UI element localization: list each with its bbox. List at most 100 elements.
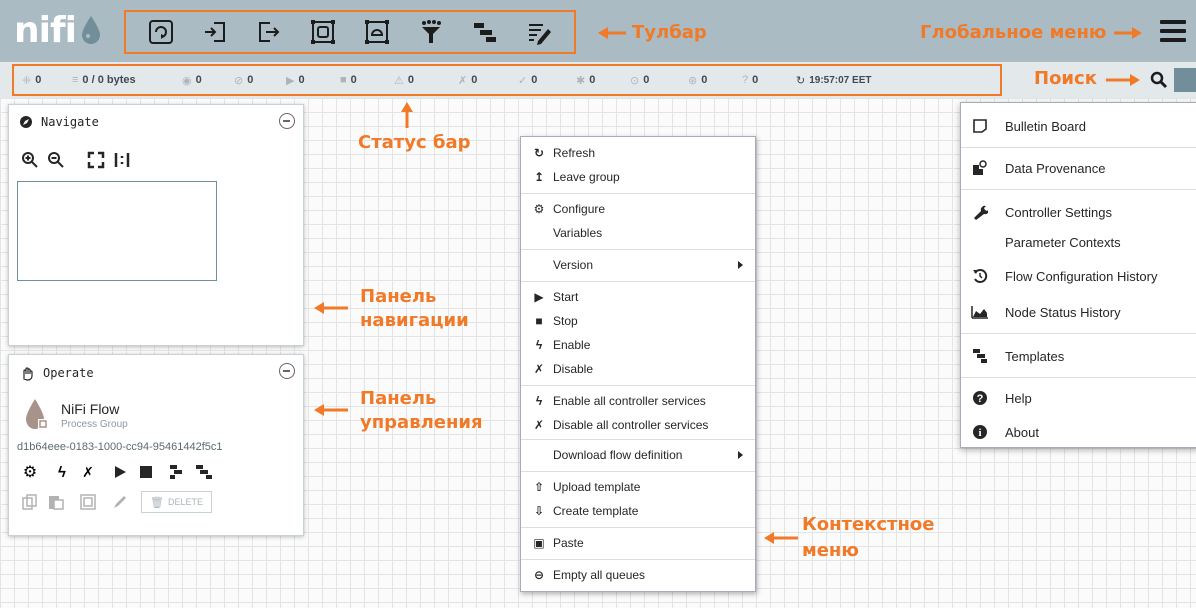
operate-title: Operate [43,366,94,380]
navigate-title: Navigate [41,115,99,129]
context-item-start[interactable]: ▶ Start [521,285,755,309]
wrench-icon [971,204,989,220]
context-item-refresh[interactable]: ↻ Refresh [521,141,755,165]
annotation-global-menu: Глобальное меню [920,22,1107,43]
context-item-disable[interactable]: ✗ Disable [521,357,755,381]
not-transmitting-icon: ⊘ [234,74,244,87]
start-icon[interactable] [109,461,131,483]
navigate-panel: Navigate [8,104,304,346]
processor-icon[interactable] [144,15,178,49]
locally-modified-icon: ✱ [576,74,586,87]
running-icon: ▶ [286,74,295,87]
context-item-download-flow[interactable]: Download flow definition [521,443,755,467]
context-item-leave-group[interactable]: ↥ Leave group [521,165,755,189]
context-item-version[interactable]: Version [521,253,755,277]
stale-icon: ⊙ [630,74,640,87]
context-item-enable[interactable]: ϟ Enable [521,333,755,357]
context-item-stop[interactable]: ■ Stop [521,309,755,333]
separator [961,333,1196,334]
copy-icon[interactable] [19,491,41,513]
funnel-icon[interactable] [414,15,448,49]
help-icon: ? [971,390,989,406]
enable-icon[interactable]: ϟ [51,461,73,483]
status-transmitting: ◉ 0 [182,74,202,87]
separator [521,439,755,440]
trash-icon: 🗑 [150,496,164,509]
context-item-upload-template[interactable]: ⇧ Upload template [521,475,755,499]
context-item-create-template[interactable]: ⇩ Create template [521,499,755,523]
configure-icon[interactable]: ⚙ [19,461,41,483]
template-icon[interactable] [468,15,502,49]
global-item-parameter-contexts[interactable]: Parameter Contexts [961,227,1196,257]
birdseye-view[interactable] [17,181,217,281]
fit-icon[interactable] [85,149,107,171]
gear-icon: ⚙ [533,202,545,216]
stop-icon[interactable] [135,461,157,483]
selected-component-type: Process Group [61,419,128,430]
delete-button[interactable]: 🗑 DELETE [141,491,212,513]
operate-actions-row: ⚙ ϟ ✗ [19,461,219,483]
svg-text:?: ? [977,393,984,405]
context-item-paste[interactable]: ▣ Paste [521,531,755,555]
global-item-help[interactable]: ? Help [961,383,1196,413]
annotation-status-bar: Статус бар [358,132,471,153]
arrow-icon [764,532,798,544]
status-stale: ⊙ 0 [630,74,650,87]
refresh-icon: ↻ [796,74,806,87]
arrow-icon [314,404,348,416]
context-item-enable-all-services[interactable]: ϟ Enable all controller services [521,389,755,413]
operate-panel: Operate NiFi Flow Process Group d1b64eee… [8,354,304,536]
group-icon[interactable] [77,491,99,513]
arrow-icon [1114,27,1142,39]
context-item-empty-queues[interactable]: ⊖ Empty all queues [521,563,755,587]
paste-icon[interactable] [45,491,67,513]
zoom-in-icon[interactable] [19,149,41,171]
selected-component-id: d1b64eee-0183-1000-cc94-95461442f5c1 [17,441,223,453]
global-item-about[interactable]: i About [961,417,1196,447]
navigate-header[interactable]: Navigate [19,115,99,129]
search-toggle-button[interactable] [1174,68,1196,92]
separator [961,147,1196,148]
label-icon[interactable] [522,15,556,49]
actual-size-icon[interactable] [111,149,133,171]
global-item-flow-config-history[interactable]: Flow Configuration History [961,261,1196,291]
separator [961,189,1196,190]
operate-header[interactable]: Operate [19,365,94,381]
process-group-icon[interactable] [306,15,340,49]
queue-icon: ≡ [72,74,79,86]
nifi-logo[interactable]: nifi [14,8,102,52]
arrow-icon [598,27,626,39]
cluster-icon: ⁜ [22,74,32,87]
arrow-icon [401,102,413,128]
create-template-icon[interactable] [167,461,189,483]
stopped-icon: ■ [340,74,347,86]
annotation-toolbar: Тулбар [632,22,707,43]
search-icon[interactable] [1150,70,1168,90]
disable-icon[interactable]: ✗ [77,461,99,483]
submenu-arrow-icon [738,261,743,269]
global-item-node-status-history[interactable]: Node Status History [961,297,1196,327]
context-item-disable-all-services[interactable]: ✗ Disable all controller services [521,413,755,437]
global-item-bulletin-board[interactable]: Bulletin Board [961,111,1196,141]
global-item-templates[interactable]: Templates [961,341,1196,371]
status-cluster: ⁜ 0 [22,74,42,87]
status-invalid: ⚠ 0 [394,74,414,87]
status-disabled: ✗ 0 [458,74,478,87]
global-item-data-provenance[interactable]: Data Provenance [961,153,1196,183]
collapse-navigate-button[interactable] [279,113,295,129]
collapse-operate-button[interactable] [279,363,295,379]
input-port-icon[interactable] [198,15,232,49]
arrow-icon [1106,74,1140,86]
status-last-refresh[interactable]: ↻ 19:57:07 EET [796,74,906,87]
remote-process-group-icon[interactable] [360,15,394,49]
upload-template-icon[interactable] [193,461,215,483]
status-bar: ⁜ 0 ≡ 0 / 0 bytes ◉ 0 ⊘ 0 ▶ 0 ■ 0 ⚠ 0 ✗ 0 ✓ 0 ✱ 0 … [0,62,1196,98]
global-item-controller-settings[interactable]: Controller Settings [961,197,1196,227]
context-item-configure[interactable]: ⚙ Configure [521,197,755,221]
context-item-variables[interactable]: Variables [521,221,755,245]
output-port-icon[interactable] [252,15,286,49]
zoom-out-icon[interactable] [45,149,67,171]
color-icon[interactable] [109,491,131,513]
global-menu-icon[interactable] [1160,20,1186,42]
disabled-icon: ✗ [458,74,468,87]
